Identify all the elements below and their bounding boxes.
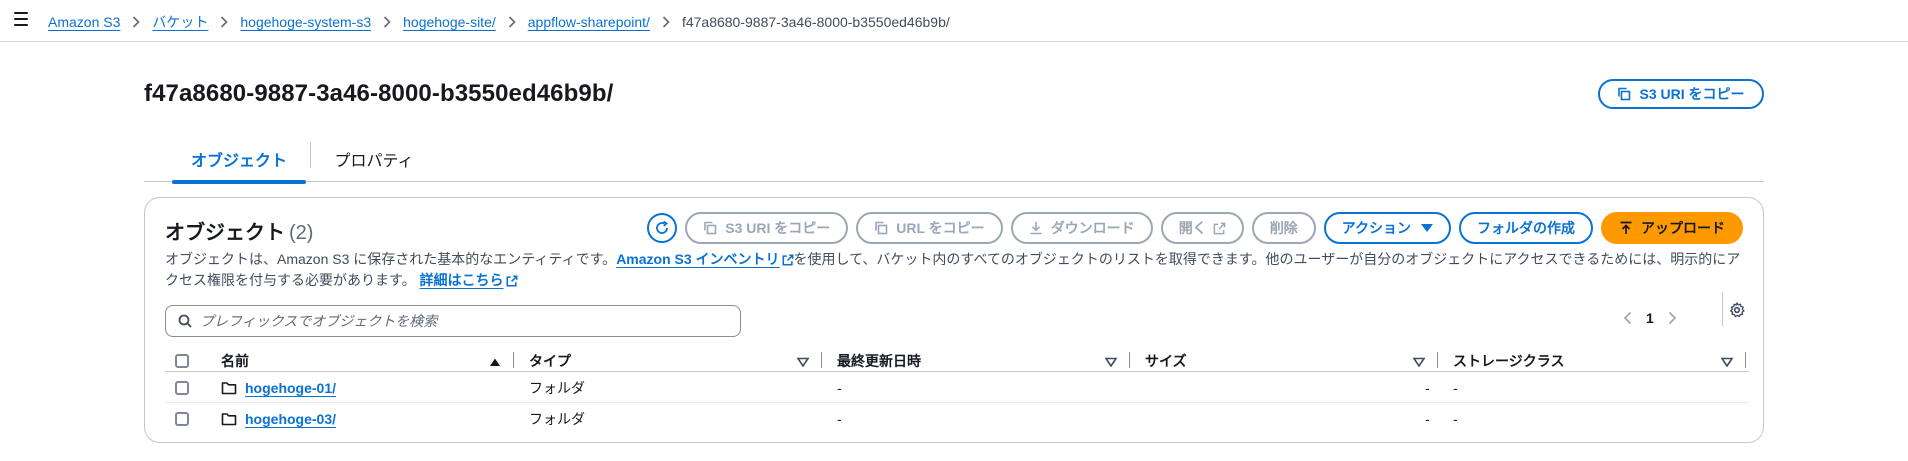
upload-icon [1619,221,1633,235]
object-modified: - [837,410,842,427]
menu-icon[interactable] [14,12,28,26]
object-storage-class: - [1453,379,1458,396]
learn-more-link[interactable]: 詳細はこちら [420,272,504,288]
chevron-right-icon [132,16,141,28]
breadcrumb: Amazon S3 バケット hogehoge-system-s3 hogeho… [48,12,950,32]
caret-down-icon [1421,224,1433,232]
download-label: ダウンロード [1050,220,1135,236]
column-header-size[interactable]: サイズ [1145,350,1187,372]
refresh-icon [654,220,670,236]
row-checkbox[interactable] [175,380,189,395]
tab-divider [310,142,311,168]
object-modified: - [837,379,842,396]
chevron-right-icon[interactable] [1668,311,1677,325]
chevron-right-icon [508,16,516,28]
breadcrumb-folder-site[interactable]: hogehoge-site/ [403,14,496,30]
copy-url-label: URL をコピー [896,220,985,236]
tab-objects[interactable]: オブジェクト [172,136,306,184]
copy-s3-uri-toolbar-button[interactable]: S3 URI をコピー [685,212,849,244]
object-size: - [1425,410,1430,427]
object-type: フォルダ [529,379,585,396]
upload-button[interactable]: アップロード [1601,212,1743,244]
breadcrumb-bucket[interactable]: hogehoge-system-s3 [240,14,371,30]
sort-ascending-icon[interactable] [489,354,501,370]
table-row: hogehoge-03/ フォルダ - - - [165,403,1749,434]
copy-icon [703,221,717,235]
breadcrumb-buckets[interactable]: バケット [152,12,208,32]
object-size: - [1425,379,1430,396]
delete-button[interactable]: 削除 [1251,212,1316,244]
refresh-button[interactable] [647,213,678,243]
objects-count: (2) [289,222,314,244]
objects-table: 名前 タイプ 最終更新日時 サイズ ストレージクラス hogehoge-01/ [165,350,1749,434]
description-part1: オブジェクトは、Amazon S3 に保存された基本的なエンティティです。 [165,251,617,267]
sort-icon[interactable] [796,354,810,370]
column-header-modified[interactable]: 最終更新日時 [837,350,921,372]
inventory-link[interactable]: Amazon S3 インベントリ [616,251,779,267]
objects-heading: オブジェクト (2) [165,216,313,245]
chevron-right-icon [662,16,670,28]
external-link-icon [782,252,794,271]
column-divider [1129,352,1130,368]
actions-label: アクション [1341,220,1411,236]
chevron-right-icon [383,16,391,28]
column-divider [513,352,514,368]
sort-icon[interactable] [1720,354,1734,370]
select-all-checkbox[interactable] [175,354,189,368]
object-storage-class: - [1453,410,1458,427]
search-icon [178,314,192,328]
pagination-divider [1722,292,1723,326]
column-divider [1437,352,1438,368]
column-header-name[interactable]: 名前 [221,350,249,372]
column-divider [1745,352,1746,368]
chevron-right-icon [220,16,229,28]
copy-icon [1617,87,1631,101]
sort-icon[interactable] [1104,354,1118,370]
open-button[interactable]: 開く [1160,212,1244,244]
table-row: hogehoge-01/ フォルダ - - - [165,372,1749,403]
actions-dropdown-button[interactable]: アクション [1323,212,1451,244]
sort-icon[interactable] [1412,354,1426,370]
copy-s3-uri-button[interactable]: S3 URI をコピー [1598,79,1764,109]
tab-list: オブジェクト プロパティ [144,136,1764,184]
object-type: フォルダ [529,410,585,427]
upload-label: アップロード [1641,220,1725,236]
column-header-type[interactable]: タイプ [529,350,571,372]
column-header-storage-class[interactable]: ストレージクラス [1453,350,1564,372]
folder-icon [221,381,237,395]
pagination: 1 [1623,310,1677,326]
copy-icon [874,221,888,235]
copy-s3-uri-label: S3 URI をコピー [1639,86,1745,102]
objects-toolbar: S3 URI をコピー URL をコピー ダウンロード 開く 削除 アクション … [647,212,1743,244]
create-folder-button[interactable]: フォルダの作成 [1459,212,1593,244]
search-input[interactable] [200,309,720,333]
row-checkbox[interactable] [175,411,189,426]
gear-icon[interactable] [1728,301,1746,322]
download-icon [1029,221,1043,235]
objects-title: オブジェクト [165,222,285,244]
folder-icon [221,412,237,426]
object-name-link[interactable]: hogehoge-03/ [245,411,336,427]
top-navigation-bar: Amazon S3 バケット hogehoge-system-s3 hogeho… [0,0,1908,42]
search-box [165,305,741,337]
copy-s3-uri-toolbar-label: S3 URI をコピー [725,220,831,236]
breadcrumb-current: f47a8680-9887-3a46-8000-b3550ed46b9b/ [681,14,950,30]
external-link-icon [1213,222,1226,235]
download-button[interactable]: ダウンロード [1010,212,1153,244]
breadcrumb-amazon-s3[interactable]: Amazon S3 [48,14,120,30]
breadcrumb-folder-appflow[interactable]: appflow-sharepoint/ [528,14,650,30]
objects-description: オブジェクトは、Amazon S3 に保存された基本的なエンティティです。Ama… [165,250,1745,292]
column-divider [821,352,822,368]
page-number[interactable]: 1 [1646,310,1654,326]
copy-url-button[interactable]: URL をコピー [856,212,1003,244]
page-title: f47a8680-9887-3a46-8000-b3550ed46b9b/ [144,80,614,107]
chevron-left-icon[interactable] [1623,311,1632,325]
open-label: 開く [1178,220,1207,236]
table-header: 名前 タイプ 最終更新日時 サイズ ストレージクラス [165,350,1749,372]
object-name-link[interactable]: hogehoge-01/ [245,380,336,396]
tab-properties[interactable]: プロパティ [324,136,424,182]
objects-container: オブジェクト (2) S3 URI をコピー URL をコピー ダウンロード 開く… [144,197,1764,443]
external-link-icon [506,273,518,292]
